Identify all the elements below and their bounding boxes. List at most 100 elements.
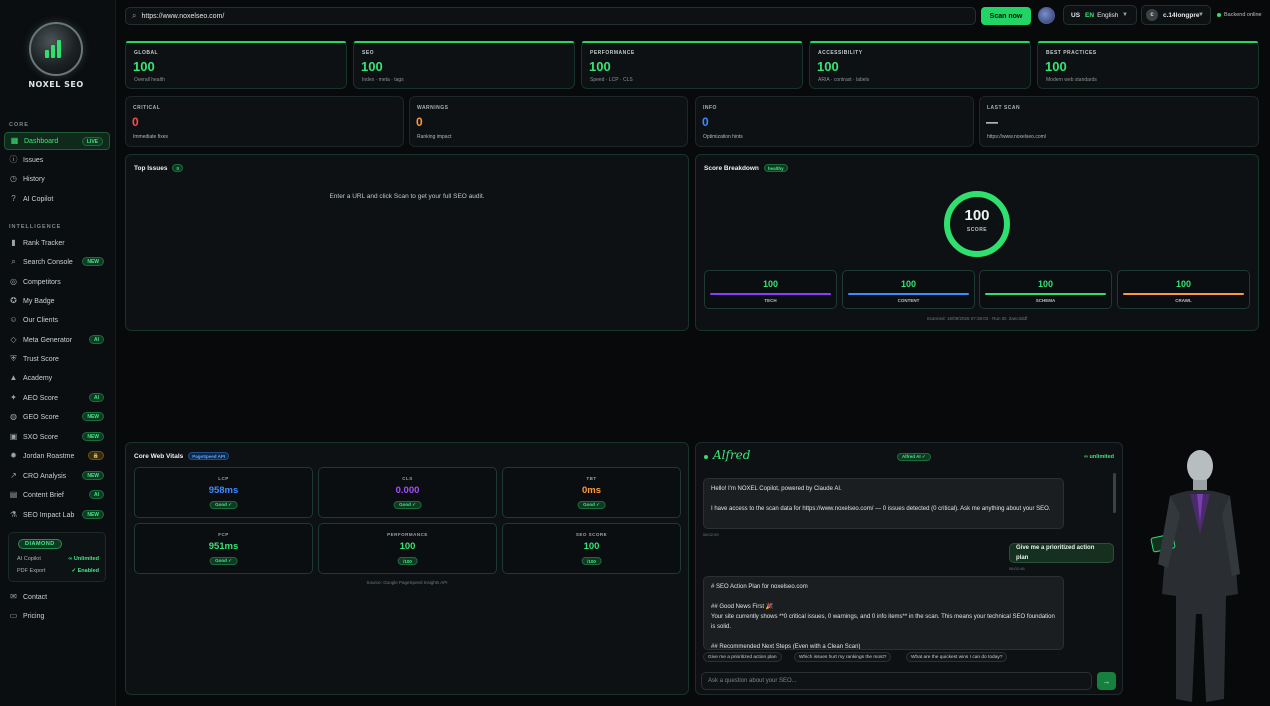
- suggestion-chip[interactable]: Which issues hurt my rankings the most?: [794, 652, 892, 662]
- chevron-down-icon: ▼: [1122, 12, 1128, 18]
- sidebar-item-competitors[interactable]: ◎ Competitors: [4, 273, 110, 291]
- metric-card-seo[interactable]: SEO 100 Index · meta · tags: [353, 41, 575, 89]
- sidebar-item-jordan-roastme[interactable]: ✹ Jordan Roastme 🔒: [4, 447, 110, 465]
- scan-now-button[interactable]: Scan now: [981, 7, 1031, 25]
- metric-subtitle: Overall health: [134, 77, 165, 83]
- shield-icon: ⛨: [10, 354, 17, 363]
- sidebar-item-our-clients[interactable]: ☺ Our Clients: [4, 311, 110, 329]
- count-card-last-scan[interactable]: LAST SCAN — https://www.noxelseo.com/: [979, 96, 1259, 147]
- vital-card-seo-score: SEO SCORE 100/100: [502, 523, 681, 574]
- sidebar-item-content-brief[interactable]: ▤ Content Brief AI: [4, 486, 110, 504]
- sidebar-item-sxo-score[interactable]: ▣ SXO Score NEW: [4, 428, 110, 446]
- sidebar-item-label: Trust Score: [23, 355, 59, 363]
- globe-avatar-icon[interactable]: [1038, 7, 1055, 24]
- sidebar-item-seo-impact-lab[interactable]: ⚗ SEO Impact Lab NEW: [4, 506, 110, 524]
- language-selector[interactable]: US EN English ▼: [1063, 5, 1137, 25]
- metric-accent: [582, 41, 802, 43]
- metric-card-global[interactable]: GLOBAL 100 Overall health: [125, 41, 347, 89]
- sidebar-item-rank-tracker[interactable]: ▮ Rank Tracker: [4, 234, 110, 252]
- count-card-critical[interactable]: CRITICAL 0 Immediate fixes: [125, 96, 404, 147]
- sidebar-item-label: Our Clients: [23, 316, 59, 324]
- count-card-warnings[interactable]: WARNINGS 0 Ranking impact: [409, 96, 688, 147]
- nav-badge: AI: [89, 335, 104, 344]
- metric-card-best-practices[interactable]: BEST PRACTICES 100 Modern web standards: [1037, 41, 1259, 89]
- nav-badge: NEW: [82, 510, 104, 519]
- sidebar-item-search-console[interactable]: ⌕ Search Console NEW: [4, 253, 110, 271]
- sidebar-item-aeo-score[interactable]: ✦ AEO Score AI: [4, 389, 110, 407]
- document-icon: ▤: [9, 490, 18, 499]
- chat-input[interactable]: Ask a question about your SEO...: [701, 672, 1092, 690]
- sidebar-item-label: Issues: [23, 156, 44, 164]
- score-value: 100: [964, 207, 990, 224]
- metric-value: 100: [817, 59, 839, 74]
- vital-status: /100: [397, 557, 418, 565]
- brand-logo[interactable]: NOXEL SEO: [27, 20, 85, 92]
- vital-value: 100: [583, 541, 600, 552]
- vital-card-fcp: FCP 951ms Good ✓: [134, 523, 313, 574]
- sidebar-item-pricing[interactable]: ▭ Pricing: [4, 607, 110, 625]
- flame-icon: ✹: [10, 451, 17, 460]
- count-card-info[interactable]: INFO 0 Optimization hints: [695, 96, 974, 147]
- sidebar-item-my-badge[interactable]: ✪ My Badge: [4, 292, 110, 310]
- chat-header: Alfred Alfred AI ✓ ∞ unlimited: [696, 443, 1122, 469]
- issue-count-badge: 0: [172, 164, 183, 172]
- scan-meta: Scanned: 16/09/2026 07:36:03 · Run ID: 2…: [926, 316, 1028, 321]
- sidebar-item-label: Academy: [23, 374, 53, 382]
- vital-label: TBT: [586, 476, 597, 481]
- score-ring: 100 SCORE: [942, 189, 1012, 259]
- user-menu[interactable]: c c.14longpre ▼: [1141, 5, 1211, 25]
- metric-label: ACCESSIBILITY: [818, 50, 863, 56]
- sidebar-item-ai-copilot[interactable]: ? AI Copilot: [4, 190, 110, 208]
- sidebar-item-issues[interactable]: ⓘ Issues: [4, 151, 110, 169]
- sidebar-item-trust-score[interactable]: ⛨ Trust Score: [4, 350, 110, 368]
- sidebar-item-label: History: [23, 175, 45, 183]
- count-value: 0: [416, 115, 423, 129]
- pagespeed-chip: PageSpeed API: [188, 452, 230, 460]
- flag-label: US: [1071, 11, 1081, 19]
- sidebar-item-dashboard[interactable]: ▦ Dashboard LIVE: [4, 132, 110, 150]
- sidebar: NOXEL SEO CORE INTELLIGENCE ▦ Dashboard LI…: [0, 0, 116, 706]
- tag-icon: ◇: [10, 335, 17, 344]
- count-label: INFO: [703, 105, 717, 111]
- vital-value: 0ms: [581, 485, 601, 496]
- sidebar-item-geo-score[interactable]: ◍ GEO Score NEW: [4, 408, 110, 426]
- sidebar-item-meta-generator[interactable]: ◇ Meta Generator AI: [4, 331, 110, 349]
- metric-value: 100: [1045, 59, 1067, 74]
- sidebar-item-label: GEO Score: [23, 413, 59, 421]
- grid-icon: ▦: [10, 136, 19, 145]
- sub-score-value: 100: [1037, 279, 1054, 289]
- vital-label: CLS: [402, 476, 413, 481]
- metric-subtitle: Index · meta · tags: [362, 77, 404, 83]
- sidebar-item-cro-analysis[interactable]: ↗ CRO Analysis NEW: [4, 467, 110, 485]
- vital-card-performance: PERFORMANCE 100/100: [318, 523, 497, 574]
- count-subtitle: Ranking impact: [417, 134, 452, 140]
- metric-card-performance[interactable]: PERFORMANCE 100 Speed · LCP · CLS: [581, 41, 803, 89]
- suggestion-chip[interactable]: What are the quickest wins I can do toda…: [906, 652, 1008, 662]
- suggestion-chip[interactable]: Give me a prioritized action plan: [703, 652, 782, 662]
- sidebar-item-academy[interactable]: ▲ Academy: [4, 369, 110, 387]
- vital-value: 100: [399, 541, 416, 552]
- url-input[interactable]: ⌕ https://www.noxelseo.com/: [125, 7, 976, 25]
- sidebar-item-contact[interactable]: ✉ Contact: [4, 588, 110, 606]
- nav-badge: AI: [89, 490, 104, 499]
- metric-card-accessibility[interactable]: ACCESSIBILITY 100 ARIA · contrast · labels: [809, 41, 1031, 89]
- sidebar-item-label: SEO Impact Lab: [23, 511, 75, 519]
- plan-badge: DIAMOND: [18, 539, 62, 549]
- vital-label: PERFORMANCE: [387, 532, 428, 537]
- sub-score-label: CRAWL: [1175, 298, 1192, 303]
- nav-badge: NEW: [82, 432, 104, 441]
- sidebar-item-label: Contact: [23, 593, 48, 601]
- bar-chart-icon: ▮: [11, 238, 16, 247]
- sidebar-item-history[interactable]: ◷ History: [4, 170, 110, 188]
- avatar: c: [1146, 9, 1158, 21]
- score-breakdown-panel: Score Breakdown healthy 100 SCORE 100 TEC…: [695, 154, 1259, 331]
- send-button[interactable]: →: [1097, 672, 1116, 690]
- sub-score-bar: [848, 293, 969, 295]
- top-bar: ⌕ https://www.noxelseo.com/ Scan now US …: [116, 0, 1270, 32]
- top-issues-panel: Top Issues 0 Enter a URL and click Scan …: [125, 154, 689, 331]
- sub-score-value: 100: [762, 279, 779, 289]
- sidebar-item-label: Jordan Roastme: [23, 452, 75, 460]
- vitals-title: Core Web Vitals PageSpeed API: [134, 452, 230, 460]
- metric-value: 100: [589, 59, 611, 74]
- chat-scrollbar[interactable]: [1113, 473, 1116, 513]
